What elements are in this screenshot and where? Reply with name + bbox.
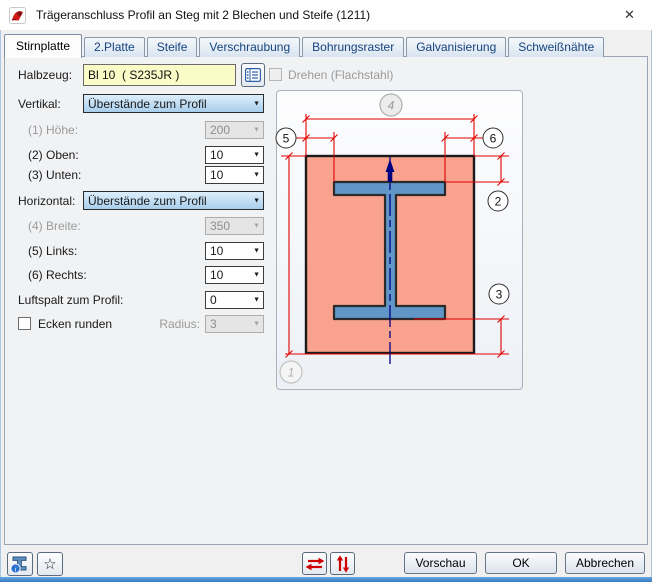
title-bar: Trägeranschluss Profil an Steg mit 2 Ble… [0, 0, 652, 30]
svg-text:3: 3 [496, 288, 503, 302]
hoehe-label: (1) Höhe: [28, 123, 79, 137]
svg-text:4: 4 [388, 99, 395, 113]
chevron-down-icon: ▼ [253, 126, 260, 134]
rechts-label: (6) Rechts: [28, 268, 87, 282]
catalog-table-icon [245, 68, 261, 82]
swap-vertical-icon [336, 554, 349, 573]
endplate-diagram: 4 5 6 2 3 1 [275, 93, 510, 384]
chevron-down-icon: ▼ [253, 296, 260, 304]
unten-value: 10 [210, 168, 224, 182]
ecken-runden-label: Ecken runden [38, 317, 113, 331]
halbzeug-label: Halbzeug: [18, 68, 73, 82]
svg-text:2: 2 [495, 195, 502, 209]
svg-text:5: 5 [283, 132, 290, 146]
luftspalt-value: 0 [210, 293, 217, 307]
radius-value: 3 [210, 317, 217, 331]
chevron-down-icon: ▼ [253, 271, 260, 279]
marker-1: 1 [279, 360, 303, 384]
window-title: Trägeranschluss Profil an Steg mit 2 Ble… [36, 8, 371, 22]
beam-info-icon: i [10, 556, 27, 574]
radius-field: 3 ▼ [205, 315, 264, 333]
svg-text:1: 1 [288, 366, 295, 380]
marker-5: 5 [275, 127, 297, 149]
rechts-value: 10 [210, 268, 224, 282]
oben-label: (2) Oben: [28, 148, 79, 162]
oben-value: 10 [210, 148, 224, 162]
drehen-label: Drehen (Flachstahl) [288, 68, 394, 82]
luftspalt-label: Luftspalt zum Profil: [18, 293, 124, 307]
horizontal-label: Horizontal: [18, 194, 76, 208]
chevron-down-icon: ▼ [253, 100, 260, 107]
links-field[interactable]: 10 ▼ [205, 242, 264, 260]
vertikal-select[interactable]: Überstände zum Profil ▼ [83, 94, 264, 113]
star-icon: ☆ [43, 555, 57, 573]
beam-info-button[interactable]: i [7, 552, 33, 576]
horizontal-select[interactable]: Überstände zum Profil ▼ [83, 191, 264, 210]
rechts-field[interactable]: 10 ▼ [205, 266, 264, 284]
breite-value: 350 [210, 219, 231, 233]
chevron-down-icon: ▼ [253, 247, 260, 255]
breite-label: (4) Breite: [28, 219, 81, 233]
tab-stirnplatte[interactable]: Stirnplatte [4, 34, 83, 58]
radius-label: Radius: [159, 317, 200, 331]
unten-label: (3) Unten: [28, 168, 82, 182]
luftspalt-field[interactable]: 0 ▼ [205, 291, 264, 309]
catalog-button[interactable] [241, 63, 265, 87]
marker-6: 6 [482, 127, 504, 149]
vertikal-label: Vertikal: [18, 97, 61, 111]
links-label: (5) Links: [28, 244, 78, 258]
flip-vertical-button[interactable] [330, 552, 355, 575]
hoehe-field: 200 ▼ [205, 121, 264, 139]
marker-2: 2 [487, 190, 509, 212]
chevron-down-icon: ▼ [253, 171, 260, 179]
drehen-checkbox [269, 68, 282, 81]
tab-galvanisierung[interactable]: Galvanisierung [406, 37, 507, 57]
tab-bar: Stirnplatte 2.Platte Steife Verschraubun… [4, 32, 606, 58]
flip-horizontal-button[interactable] [302, 552, 327, 575]
breite-field: 350 ▼ [205, 217, 264, 235]
svg-text:6: 6 [490, 132, 497, 146]
close-icon[interactable]: ✕ [607, 0, 652, 30]
hoehe-value: 200 [210, 123, 231, 137]
tab-verschraubung[interactable]: Verschraubung [199, 37, 301, 57]
links-value: 10 [210, 244, 224, 258]
abbrechen-button[interactable]: Abbrechen [565, 552, 645, 574]
diagram-panel: 4 5 6 2 3 1 [275, 90, 523, 390]
horizontal-value: Überstände zum Profil [88, 193, 207, 208]
marker-3: 3 [488, 283, 510, 305]
ok-button[interactable]: OK [485, 552, 557, 574]
chevron-down-icon: ▼ [253, 222, 260, 230]
marker-4: 4 [379, 93, 403, 117]
vorschau-button[interactable]: Vorschau [404, 552, 477, 574]
chevron-down-icon: ▼ [253, 320, 260, 328]
unten-field[interactable]: 10 ▼ [205, 166, 264, 184]
tab-schweissnaehte[interactable]: Schweißnähte [508, 37, 605, 57]
favorite-button[interactable]: ☆ [37, 552, 63, 576]
ecken-runden-checkbox[interactable] [18, 317, 31, 330]
tab-2platte[interactable]: 2.Platte [84, 37, 145, 57]
halbzeug-input[interactable] [83, 64, 236, 86]
chevron-down-icon: ▼ [253, 151, 260, 159]
vertikal-value: Überstände zum Profil [88, 96, 207, 111]
window-bottom-accent [0, 577, 652, 582]
dialog-traegeranschluss: Trägeranschluss Profil an Steg mit 2 Ble… [0, 0, 652, 582]
tab-bohrungsraster[interactable]: Bohrungsraster [302, 37, 405, 57]
swap-horizontal-icon [305, 557, 324, 570]
tab-steife[interactable]: Steife [146, 37, 198, 57]
app-icon [9, 6, 26, 24]
chevron-down-icon: ▼ [253, 197, 260, 204]
svg-text:i: i [14, 564, 16, 573]
oben-field[interactable]: 10 ▼ [205, 146, 264, 164]
